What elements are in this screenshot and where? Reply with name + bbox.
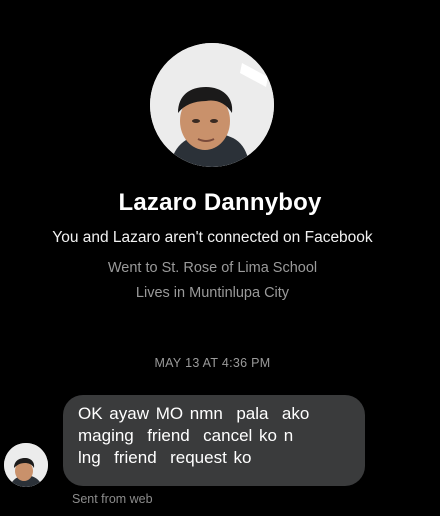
sender-photo-icon [4,443,48,487]
contact-name: Lazaro Dannyboy [118,189,322,216]
connection-status-text: You and Lazaro aren't connected on Faceb… [52,229,373,246]
message-timestamp: MAY 13 AT 4:36 PM [154,356,271,370]
message-line: lng friend request ko [78,448,252,467]
profile-education: Went to St. Rose of Lima School [107,260,318,276]
sender-avatar[interactable] [4,443,48,487]
message-line: OK ayaw MO nmn pala ako [78,404,310,423]
profile-photo-icon [150,43,274,167]
message-line: maging friend cancel ko n [78,426,294,445]
profile-avatar[interactable] [150,43,274,167]
message-bubble[interactable]: OK ayaw MO nmn pala ako maging friend ca… [63,395,365,486]
messenger-chat-screen: Lazaro Dannyboy You and Lazaro aren't co… [0,0,440,516]
sent-from-label: Sent from web [72,492,153,506]
profile-location: Lives in Muntinlupa City [135,285,290,301]
